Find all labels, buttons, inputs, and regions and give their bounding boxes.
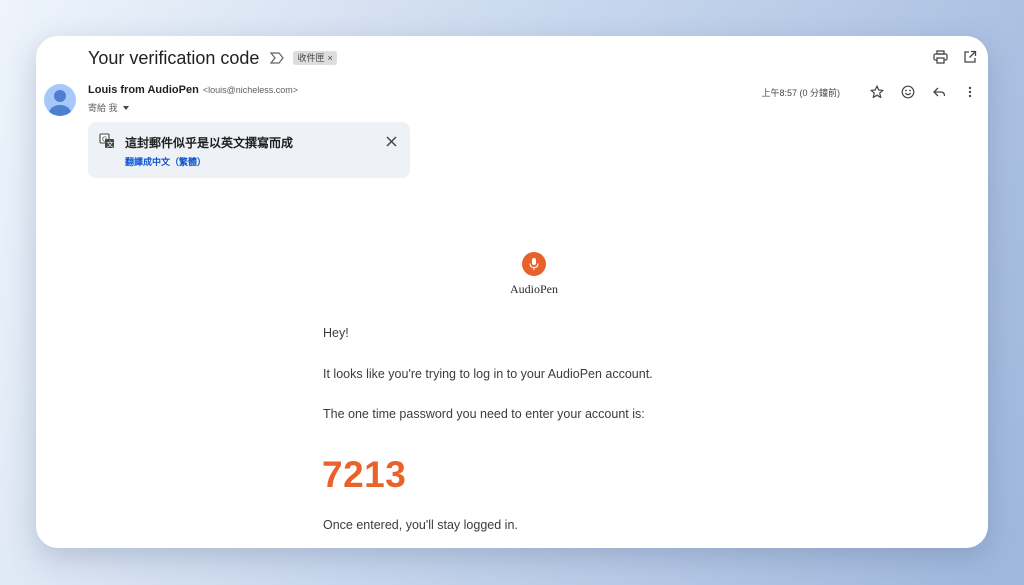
greeting: Hey!	[323, 326, 349, 340]
star-icon[interactable]	[869, 84, 885, 100]
body-line-stay-logged-in: Once entered, you'll stay logged in.	[323, 518, 518, 532]
sender-line: Louis from AudioPen <louis@nicheless.com…	[88, 84, 298, 100]
svg-text:文: 文	[107, 140, 114, 149]
translate-icon: G 文	[99, 133, 115, 149]
inbox-label-chip[interactable]: 收件匣 ×	[293, 51, 337, 65]
open-in-new-icon[interactable]	[962, 49, 978, 65]
brand-block: AudioPen	[504, 252, 564, 297]
email-window: Your verification code 收件匣 × Louis from …	[36, 36, 988, 548]
inbox-label-text: 收件匣	[297, 53, 325, 63]
verification-code: 7213	[322, 454, 407, 495]
sender-block: Louis from AudioPen <louis@nicheless.com…	[88, 84, 298, 114]
brand-name: AudioPen	[510, 282, 558, 296]
email-subject: Your verification code	[88, 47, 260, 68]
message-actions: 上午8:57 (0 分鐘前)	[761, 84, 978, 100]
print-icon[interactable]	[932, 49, 948, 65]
sender-email: <louis@nicheless.com>	[202, 85, 298, 95]
more-vert-icon[interactable]	[962, 84, 978, 100]
remove-label-button[interactable]: ×	[327, 53, 332, 63]
reply-icon[interactable]	[931, 84, 947, 100]
important-marker-icon[interactable]	[269, 50, 285, 66]
translate-message: 這封郵件似乎是以英文撰寫而成	[125, 136, 294, 150]
translate-banner: G 文 這封郵件似乎是以英文撰寫而成 翻譯成中文（繁體）	[88, 122, 410, 178]
close-icon[interactable]	[384, 134, 398, 148]
emoji-icon[interactable]	[900, 84, 916, 100]
translate-link[interactable]: 翻譯成中文（繁體）	[125, 155, 206, 168]
recipient-text: 寄給 我	[88, 103, 118, 113]
top-actions	[932, 49, 978, 65]
subject-row: Your verification code 收件匣 ×	[88, 46, 337, 70]
sender-name[interactable]: Louis from AudioPen	[88, 84, 199, 96]
microphone-icon	[522, 252, 546, 276]
body-line-password: The one time password you need to enter …	[323, 407, 645, 421]
timestamp: 上午8:57 (0 分鐘前)	[761, 87, 840, 98]
sender-avatar[interactable]	[44, 84, 76, 116]
body-line-login: It looks like you're trying to log in to…	[323, 367, 653, 381]
show-details-chevron-down-icon[interactable]	[122, 105, 129, 110]
recipient-line: 寄給 我	[88, 101, 298, 114]
